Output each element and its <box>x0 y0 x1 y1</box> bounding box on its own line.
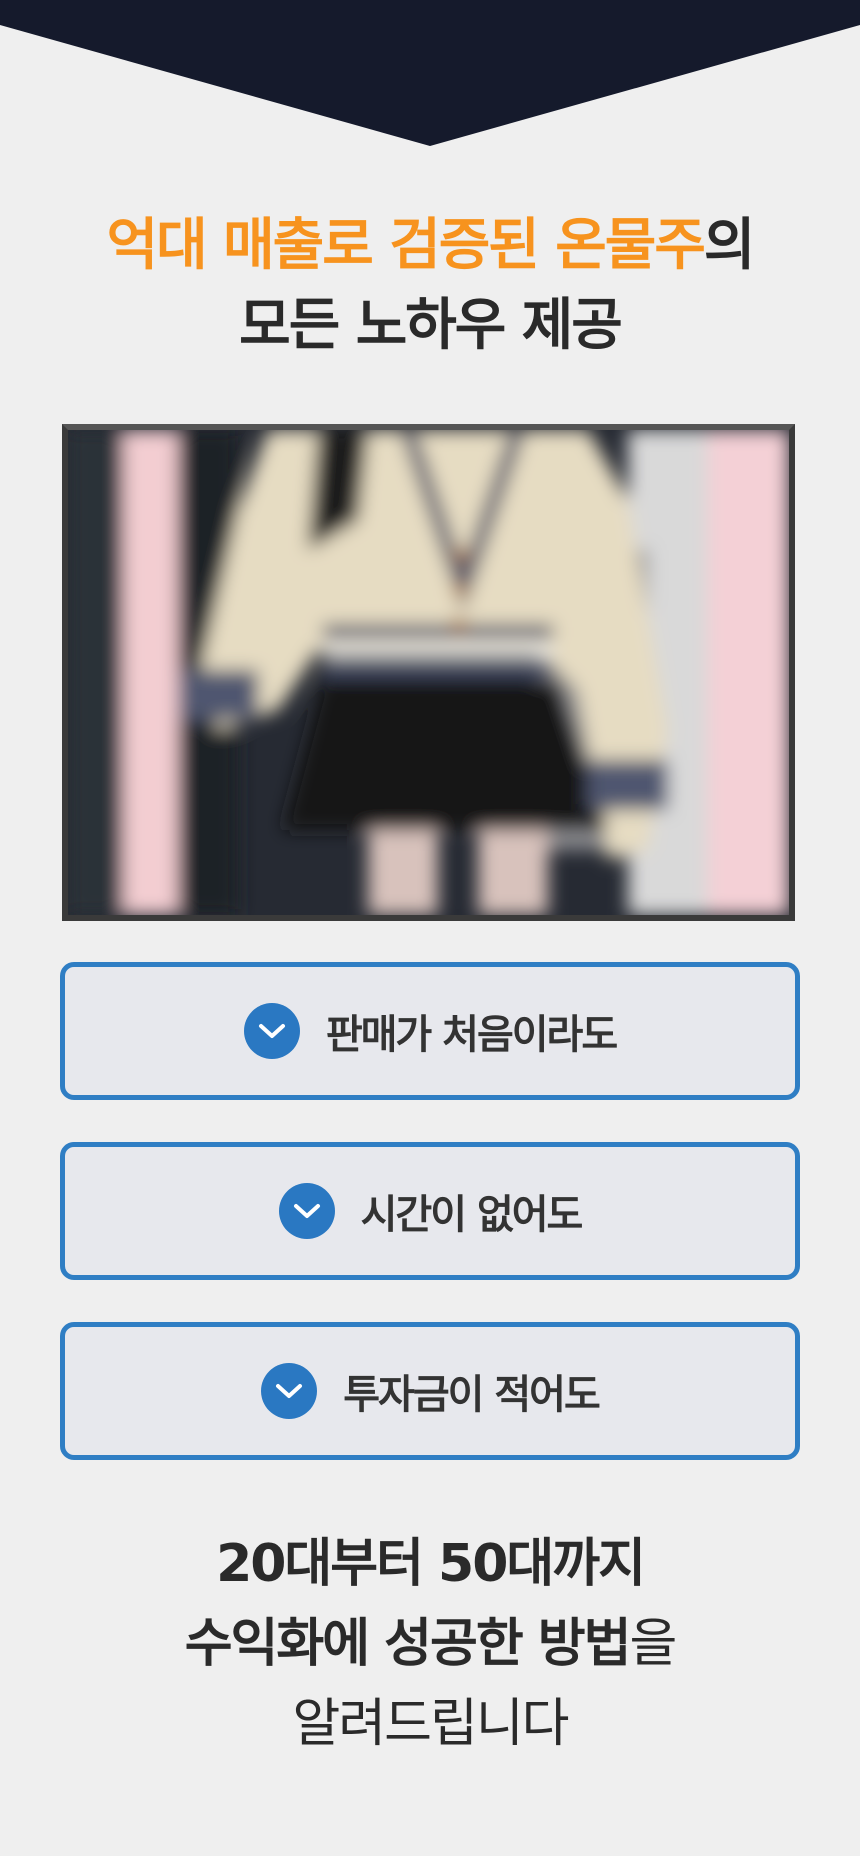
product-photo-image <box>68 430 789 915</box>
closing-line2: 수익화에 성공한 방법을 <box>0 1604 860 1684</box>
top-chevron-banner <box>0 0 860 146</box>
closing-line3: 알려드립니다 <box>292 1694 569 1754</box>
feature-item-low-capital: 투자금이 적어도 <box>60 1322 800 1460</box>
check-chevron-icon <box>243 1003 300 1059</box>
headline-accent: 억대 매출로 검증된 온물주 <box>106 213 706 278</box>
headline-line2: 모든 노하우 제공 <box>239 293 623 358</box>
product-photo <box>62 424 795 921</box>
closing-line2-rest: 을 <box>629 1614 677 1674</box>
closing-line2-bold: 수익화에 성공한 방법 <box>184 1614 632 1674</box>
headline-line1-rest: 의 <box>703 213 756 278</box>
feature-item-first-sale: 판매가 처음이라도 <box>60 962 800 1100</box>
feature-label: 투자금이 적어도 <box>343 1372 601 1418</box>
check-chevron-icon <box>261 1363 318 1419</box>
feature-item-no-time: 시간이 없어도 <box>60 1142 800 1280</box>
closing-statement: 20대부터 50대까지 수익화에 성공한 방법을 알려드립니다 <box>0 1524 860 1764</box>
check-chevron-icon <box>278 1183 335 1239</box>
feature-label: 시간이 없어도 <box>360 1192 584 1238</box>
feature-label: 판매가 처음이라도 <box>325 1012 618 1058</box>
headline-line1: 억대 매출로 검증된 온물주의 <box>0 206 860 286</box>
closing-line1: 20대부터 50대까지 <box>216 1534 646 1594</box>
headline: 억대 매출로 검증된 온물주의 모든 노하우 제공 <box>0 206 860 366</box>
